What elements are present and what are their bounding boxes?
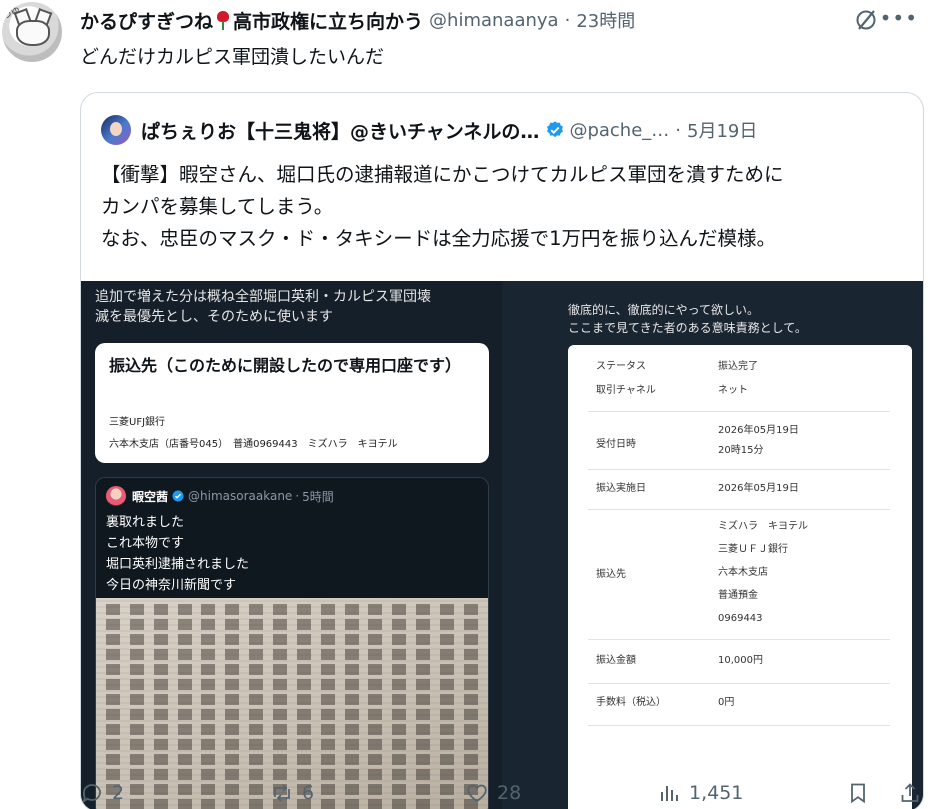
bookmark-icon xyxy=(851,783,865,804)
card-account-info: 六本木支店（店番号045） 普通0969443 ミズハラ キヨテル xyxy=(109,439,398,450)
embedded-line: 堀口英利逮捕されました xyxy=(106,557,250,572)
embedded-line: 今日の神奈川新聞です xyxy=(106,578,237,593)
receipt-value: 2026年05月19日 xyxy=(718,483,799,494)
share-button[interactable] xyxy=(898,778,930,808)
reply-icon xyxy=(82,784,101,803)
receipt-value: ミズハラ キヨテル xyxy=(718,521,808,532)
quote-line: なお、忠臣のマスク・ド・タキシードは全力応援で1万円を振り込んだ模様。 xyxy=(101,227,777,250)
embedded-avatar xyxy=(106,486,126,506)
embedded-handle: @himasoraakane xyxy=(188,489,293,503)
receipt-value: 普通預金 xyxy=(718,590,758,601)
meta-separator: · xyxy=(564,9,571,31)
receipt-label: 手数料（税込） xyxy=(596,697,666,708)
receipt-label: 振込先 xyxy=(596,569,626,580)
more-icon[interactable]: ••• xyxy=(880,6,918,30)
quote-media[interactable]: 追加で増えた分は概ね全部堀口英利・カルピス軍団壊 滅を最優先とし、そのために使い… xyxy=(81,281,923,809)
grok-slash-icon[interactable] xyxy=(854,8,878,32)
repost-button[interactable]: 6 xyxy=(270,778,314,808)
tweet-text: どんだけカルピス軍団潰したいんだ xyxy=(80,46,385,68)
embedded-separator: · xyxy=(295,489,300,503)
tweet-time[interactable]: 23時間 xyxy=(576,7,635,33)
receipt-divider xyxy=(588,725,890,726)
receipt-divider xyxy=(588,509,890,510)
like-button[interactable]: 28 xyxy=(465,778,521,808)
reply-count: 2 xyxy=(112,782,125,804)
receipt-label: 振込金額 xyxy=(596,655,636,666)
rose-icon xyxy=(215,10,231,30)
receipt-value: 0円 xyxy=(718,697,735,708)
views-icon xyxy=(661,786,678,801)
quote-avatar[interactable] xyxy=(101,115,131,145)
receipt-value: 三菱ＵＦＪ銀行 xyxy=(718,544,788,555)
reply-button[interactable]: 2 xyxy=(80,778,124,808)
embedded-line: これ本物です xyxy=(106,536,185,551)
right-intro-line: ここまで見てきた者のある意味責務として。 xyxy=(568,321,807,335)
receipt-divider xyxy=(588,683,890,684)
right-intro-text: 徹底的に、徹底的にやって欲しい。 ここまで見てきた者のある意味責務として。 xyxy=(568,301,807,337)
embedded-verified-icon xyxy=(172,490,184,502)
views-count: 1,451 xyxy=(689,782,744,804)
left-intro-line: 滅を最優先とし、そのために使います xyxy=(95,309,333,325)
author-handle[interactable]: @himanaanya xyxy=(429,10,559,31)
receipt-value: 0969443 xyxy=(718,613,763,624)
receipt-value: ネット xyxy=(718,385,748,396)
avatar-face xyxy=(16,20,50,46)
media-image-left[interactable]: 追加で増えた分は概ね全部堀口英利・カルピス軍団壊 滅を最優先とし、そのために使い… xyxy=(81,281,502,809)
left-intro-text: 追加で増えた分は概ね全部堀口英利・カルピス軍団壊 滅を最優先とし、そのために使い… xyxy=(95,287,431,327)
quote-line: カンパを募集してしまう。 xyxy=(101,195,334,218)
quote-display-name[interactable]: ぱちぇりお【十三鬼将】@きいチャンネルの… xyxy=(141,117,539,144)
receipt-label: 振込実施日 xyxy=(596,483,646,494)
transfer-receipt: ステータス 振込完了 取引チャネル ネット 受付日時 2026年05月19日 2… xyxy=(568,345,912,809)
receipt-value: 六本木支店 xyxy=(718,567,768,578)
embedded-name: 暇空茜 xyxy=(132,489,169,504)
like-count: 28 xyxy=(497,782,522,804)
views-button[interactable]: 1,451 xyxy=(657,778,743,808)
card-bank-name: 三菱UFJ銀行 xyxy=(109,417,166,428)
author-display-name[interactable]: かるぴすぎつね xyxy=(80,7,213,34)
quote-date[interactable]: 5月19日 xyxy=(687,117,757,143)
embedded-line: 裏取れました xyxy=(106,515,185,530)
repost-count: 6 xyxy=(302,782,315,804)
heart-icon xyxy=(467,784,487,803)
embedded-text: 裏取れました これ本物です 堀口英利逮捕されました 今日の神奈川新聞です xyxy=(106,512,249,596)
quote-handle[interactable]: @pache_… xyxy=(569,120,669,141)
left-intro-line: 追加で増えた分は概ね全部堀口英利・カルピス軍団壊 xyxy=(95,289,431,305)
receipt-label: ステータス xyxy=(596,361,646,372)
receipt-divider xyxy=(588,411,890,412)
right-intro-line: 徹底的に、徹底的にやって欲しい。 xyxy=(568,303,760,317)
media-image-right[interactable]: 徹底的に、徹底的にやって欲しい。 ここまで見てきた者のある意味責務として。 ステ… xyxy=(506,281,923,809)
verified-badge-icon xyxy=(547,121,564,138)
receipt-label: 受付日時 xyxy=(596,439,636,450)
bookmark-button[interactable] xyxy=(846,778,878,808)
receipt-divider xyxy=(588,639,890,640)
receipt-value: 20時15分 xyxy=(718,445,764,456)
action-bar: 2 6 28 1,451 xyxy=(80,778,924,808)
embedded-time: 5時間 xyxy=(302,489,334,504)
author-name-suffix[interactable]: 高市政権に立ち向かう xyxy=(233,7,423,34)
quote-line: 【衝撃】暇空さん、堀口氏の逮捕報道にかこつけてカルピス軍団を潰すために xyxy=(101,163,784,186)
tweet-header: かるぴすぎつね 高市政権に立ち向かう @himanaanya · 23時間 ••… xyxy=(80,6,920,34)
card-title: 振込先（このために開設したので専用口座です） xyxy=(109,356,462,375)
repost-icon xyxy=(274,784,290,802)
receipt-value: 10,000円 xyxy=(718,655,763,666)
share-icon xyxy=(901,783,919,802)
embedded-tweet-screenshot: 暇空茜 @himasoraakane · 5時間 裏取れました これ本物です 堀… xyxy=(95,477,489,809)
quote-separator: · xyxy=(675,119,682,141)
quote-header: ぱちぇりお【十三鬼将】@きいチャンネルの… @pache_… · 5月19日 xyxy=(101,115,757,145)
receipt-value: 振込完了 xyxy=(718,361,758,372)
receipt-divider xyxy=(588,469,890,470)
bank-account-card: 振込先（このために開設したので専用口座です） 三菱UFJ銀行 六本木支店（店番号… xyxy=(95,343,489,463)
quote-text: 【衝撃】暇空さん、堀口氏の逮捕報道にかこつけてカルピス軍団を潰すために カンパを… xyxy=(101,159,784,255)
author-avatar[interactable]: つゆ xyxy=(2,2,62,62)
embedded-tweet-header: 暇空茜 @himasoraakane · 5時間 xyxy=(106,486,334,506)
receipt-label: 取引チャネル xyxy=(596,385,656,396)
quoted-tweet[interactable]: ぱちぇりお【十三鬼将】@きいチャンネルの… @pache_… · 5月19日 【… xyxy=(80,92,924,809)
